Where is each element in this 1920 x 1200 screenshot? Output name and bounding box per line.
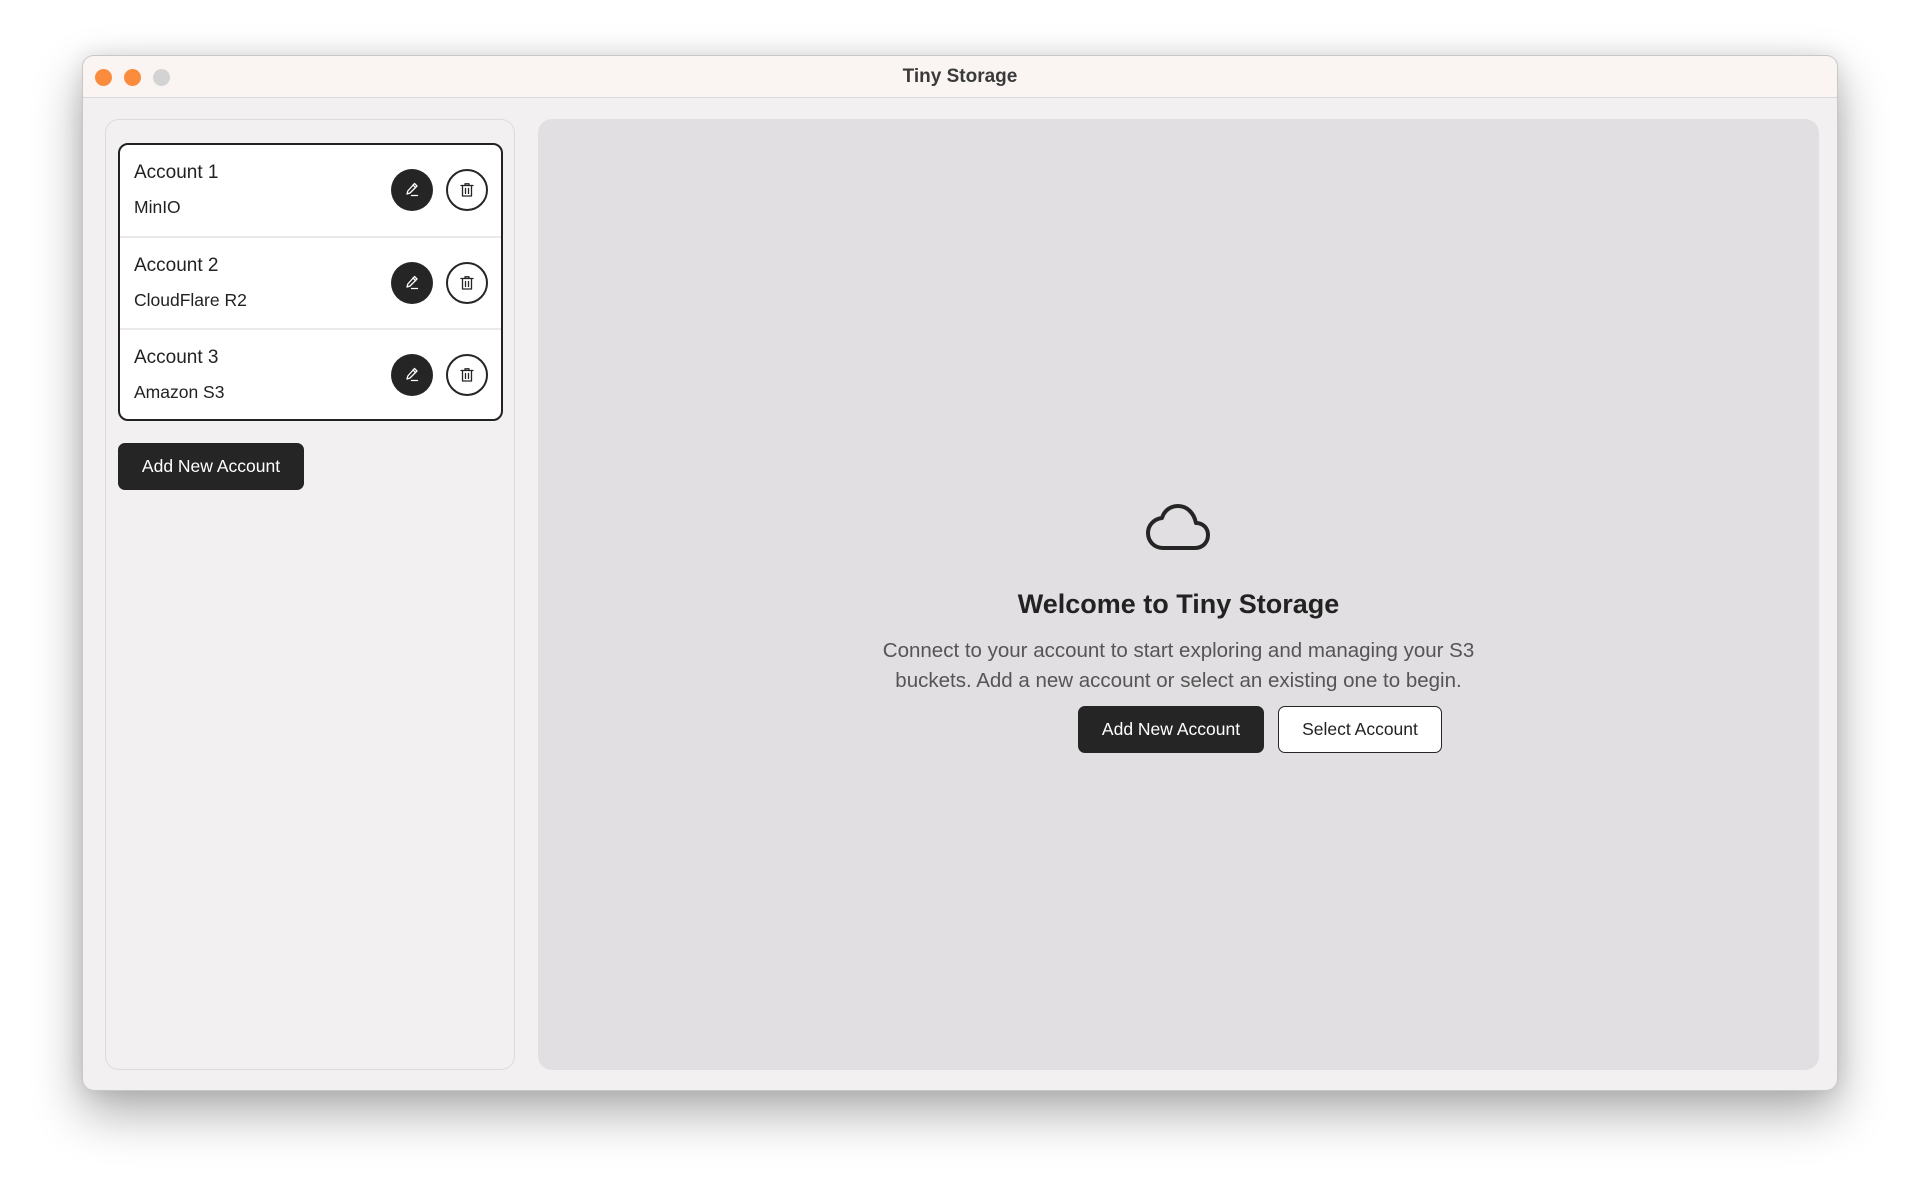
sidebar-add-account-button[interactable]: Add New Account: [118, 443, 304, 490]
account-provider: MinIO: [134, 197, 181, 217]
edit-account-button[interactable]: [391, 354, 433, 396]
account-provider: Amazon S3: [134, 382, 225, 402]
window-title: Tiny Storage: [902, 66, 1018, 87]
delete-account-button[interactable]: [446, 354, 488, 396]
welcome-description: Connect to your account to start explori…: [882, 639, 1475, 692]
select-account-button[interactable]: Select Account: [1278, 706, 1442, 753]
delete-account-button[interactable]: [446, 169, 488, 211]
account-item[interactable]: Account 3 Amazon S3: [120, 330, 501, 419]
welcome-panel: Welcome to Tiny Storage Connect to your …: [538, 119, 1819, 1070]
account-provider: CloudFlare R2: [134, 289, 247, 310]
account-list: Account 1 MinIO Account 2 CloudFlare R2 …: [118, 143, 503, 421]
add-new-account-button[interactable]: Add New Account: [1078, 706, 1264, 753]
account-item[interactable]: Account 2 CloudFlare R2: [120, 238, 501, 330]
welcome-heading: Welcome to Tiny Storage: [1017, 589, 1340, 619]
delete-account-button[interactable]: [446, 261, 488, 304]
sidebar: Account 1 MinIO Account 2 CloudFlare R2 …: [105, 119, 515, 1070]
pencil-icon: [406, 367, 419, 382]
app-window: Tiny Storage Account 1 MinIO Account 2 C…: [82, 55, 1838, 1091]
account-name: Account 1: [134, 162, 219, 183]
pencil-icon: [406, 275, 419, 289]
account-name: Account 2: [134, 254, 219, 276]
account-item[interactable]: Account 1 MinIO: [120, 145, 501, 238]
trash-icon: [460, 368, 474, 382]
edit-account-button[interactable]: [391, 261, 433, 304]
edit-account-button[interactable]: [391, 169, 433, 211]
trash-icon: [460, 183, 474, 197]
account-name: Account 3: [134, 347, 219, 368]
trash-icon: [460, 275, 474, 290]
pencil-icon: [406, 182, 419, 197]
cloud-icon: [1146, 504, 1210, 550]
title-bar: Tiny Storage: [83, 56, 1837, 98]
